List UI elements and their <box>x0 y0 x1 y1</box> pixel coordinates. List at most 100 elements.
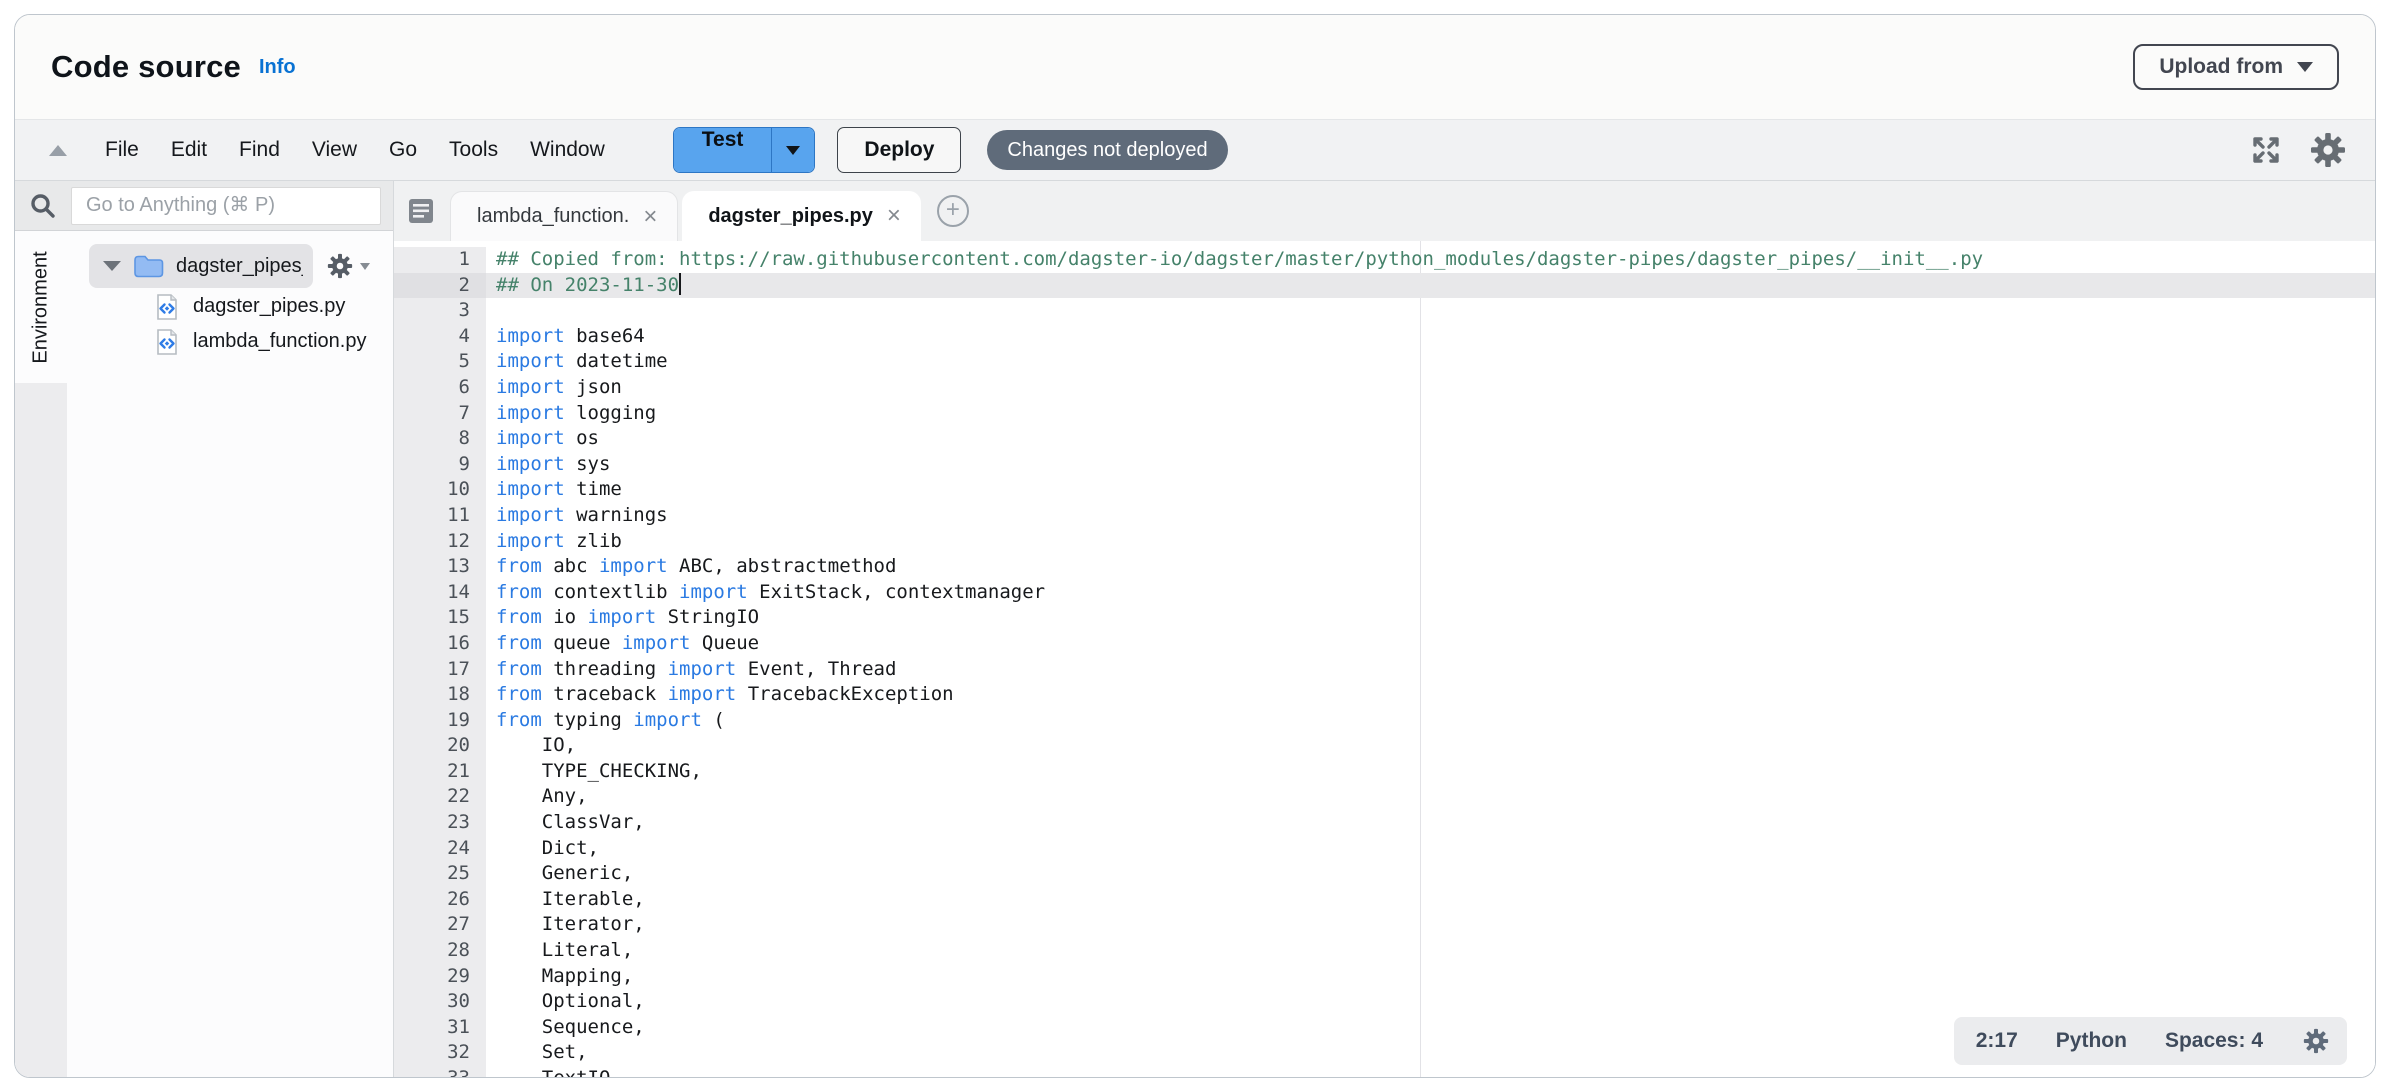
menu-items: FileEditFindViewGoToolsWindow <box>89 130 621 170</box>
page-title: Code source <box>51 49 241 85</box>
menu-view[interactable]: View <box>296 130 373 170</box>
code-line[interactable]: 1## Copied from: https://raw.githubuserc… <box>394 247 2375 273</box>
code-line[interactable]: 21 TYPE_CHECKING, <box>394 759 2375 785</box>
code-source-panel: Code source Info Upload from FileEditFin… <box>14 14 2376 1078</box>
line-content: from typing import ( <box>486 708 2375 734</box>
caret-down-icon <box>360 263 370 270</box>
tab-label: lambda_function. <box>477 205 629 228</box>
status-settings-gear-icon[interactable] <box>2301 1026 2331 1056</box>
line-number: 25 <box>394 861 486 887</box>
line-content: import time <box>486 477 2375 503</box>
line-number: 6 <box>394 375 486 401</box>
tabs: lambda_function.×dagster_pipes.py× <box>450 191 925 241</box>
line-number: 22 <box>394 784 486 810</box>
menu-tools[interactable]: Tools <box>433 130 514 170</box>
code-line[interactable]: 28 Literal, <box>394 938 2375 964</box>
tree-file-lambda_function.py[interactable]: lambda_function.py <box>67 324 393 359</box>
line-number: 23 <box>394 810 486 836</box>
line-number: 3 <box>394 298 486 324</box>
code-line[interactable]: 18from traceback import TracebackExcepti… <box>394 682 2375 708</box>
code-line[interactable]: 19from typing import ( <box>394 708 2375 734</box>
editor-pane: lambda_function.×dagster_pipes.py× + 1##… <box>394 181 2375 1077</box>
line-number: 16 <box>394 631 486 657</box>
close-icon[interactable]: × <box>637 205 663 229</box>
line-number: 8 <box>394 426 486 452</box>
menu-file[interactable]: File <box>89 130 155 170</box>
code-line[interactable]: 3 <box>394 298 2375 324</box>
cursor-position[interactable]: 2:17 <box>1976 1029 2018 1053</box>
code-line[interactable]: 7import logging <box>394 401 2375 427</box>
code-line[interactable]: 20 IO, <box>394 733 2375 759</box>
code-line[interactable]: 14from contextlib import ExitStack, cont… <box>394 580 2375 606</box>
close-icon[interactable]: × <box>881 204 907 228</box>
menu-find[interactable]: Find <box>223 130 296 170</box>
line-content: import os <box>486 426 2375 452</box>
goto-anything-input[interactable] <box>71 187 381 225</box>
code-line[interactable]: 22 Any, <box>394 784 2375 810</box>
folder-icon <box>133 253 164 279</box>
code-line[interactable]: 8import os <box>394 426 2375 452</box>
line-content: Iterable, <box>486 887 2375 913</box>
line-number: 33 <box>394 1066 486 1077</box>
language-mode[interactable]: Python <box>2056 1029 2127 1053</box>
code-line[interactable]: 2## On 2023-11-30 <box>394 273 2375 299</box>
line-number: 13 <box>394 554 486 580</box>
code-line[interactable]: 15from io import StringIO <box>394 605 2375 631</box>
line-content: IO, <box>486 733 2375 759</box>
line-number: 28 <box>394 938 486 964</box>
code-line[interactable]: 16from queue import Queue <box>394 631 2375 657</box>
code-line[interactable]: 11import warnings <box>394 503 2375 529</box>
tab-list-icon[interactable] <box>406 195 436 227</box>
code-line[interactable]: 25 Generic, <box>394 861 2375 887</box>
line-content: import datetime <box>486 349 2375 375</box>
side-panel-strip: Environment <box>15 231 67 1077</box>
code-line[interactable]: 30 Optional, <box>394 989 2375 1015</box>
panel-header: Code source Info Upload from <box>15 15 2375 119</box>
line-number: 14 <box>394 580 486 606</box>
line-number: 24 <box>394 836 486 862</box>
code-line[interactable]: 12import zlib <box>394 529 2375 555</box>
folder-selection-highlight: dagster_pipes_funct <box>89 244 313 288</box>
code-line[interactable]: 29 Mapping, <box>394 964 2375 990</box>
tree-folder-row[interactable]: dagster_pipes_funct <box>67 243 393 289</box>
info-link[interactable]: Info <box>259 56 296 79</box>
code-line[interactable]: 24 Dict, <box>394 836 2375 862</box>
code-line[interactable]: 10import time <box>394 477 2375 503</box>
environment-panel-tab[interactable]: Environment <box>15 231 67 383</box>
tree-settings-button[interactable] <box>325 251 370 281</box>
line-content: import logging <box>486 401 2375 427</box>
line-number: 17 <box>394 657 486 683</box>
test-button[interactable]: Test <box>673 127 816 173</box>
code-line[interactable]: 13from abc import ABC, abstractmethod <box>394 554 2375 580</box>
code-editor[interactable]: 1## Copied from: https://raw.githubuserc… <box>394 241 2375 1077</box>
code-line[interactable]: 9import sys <box>394 452 2375 478</box>
code-line[interactable]: 33 TextIO <box>394 1066 2375 1077</box>
menu-edit[interactable]: Edit <box>155 130 223 170</box>
collapse-editor-icon[interactable] <box>49 145 67 156</box>
menu-window[interactable]: Window <box>514 130 621 170</box>
tab-lambda_function[interactable]: lambda_function. × <box>450 191 678 241</box>
line-content: Any, <box>486 784 2375 810</box>
line-number: 10 <box>394 477 486 503</box>
menu-go[interactable]: Go <box>373 130 433 170</box>
line-number: 4 <box>394 324 486 350</box>
code-line[interactable]: 17from threading import Event, Thread <box>394 657 2375 683</box>
code-line[interactable]: 4import base64 <box>394 324 2375 350</box>
tree-file-dagster_pipes.py[interactable]: dagster_pipes.py <box>67 289 393 324</box>
line-number: 1 <box>394 247 486 273</box>
deploy-button[interactable]: Deploy <box>837 127 961 173</box>
tab-dagster_pipes.py[interactable]: dagster_pipes.py× <box>682 191 921 241</box>
code-line[interactable]: 6import json <box>394 375 2375 401</box>
code-line[interactable]: 23 ClassVar, <box>394 810 2375 836</box>
editor-settings-gear-icon[interactable] <box>2307 129 2349 171</box>
line-content: import warnings <box>486 503 2375 529</box>
code-line[interactable]: 27 Iterator, <box>394 912 2375 938</box>
code-line[interactable]: 26 Iterable, <box>394 887 2375 913</box>
indentation-setting[interactable]: Spaces: 4 <box>2165 1029 2263 1053</box>
test-dropdown-button[interactable] <box>772 128 814 172</box>
chevron-down-icon[interactable] <box>103 261 121 271</box>
code-line[interactable]: 5import datetime <box>394 349 2375 375</box>
fullscreen-icon[interactable] <box>2247 131 2285 169</box>
upload-from-button[interactable]: Upload from <box>2133 44 2339 90</box>
new-tab-button[interactable]: + <box>937 195 969 227</box>
